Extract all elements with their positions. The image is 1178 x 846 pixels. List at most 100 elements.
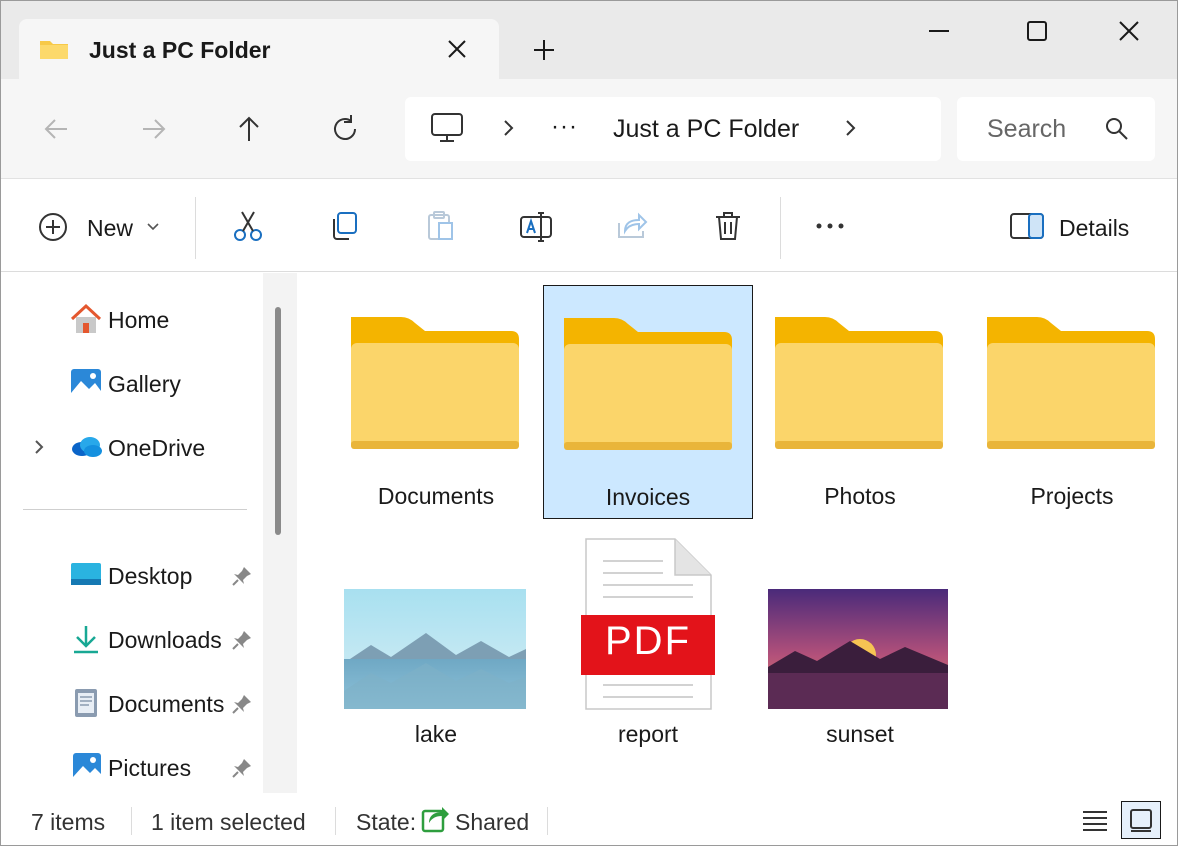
item-count: 7 items — [31, 809, 106, 835]
search-icon[interactable] — [1103, 115, 1131, 143]
command-separator — [780, 197, 781, 259]
folder-item-projects[interactable]: Projects — [967, 285, 1177, 519]
file-item-sunset[interactable]: sunset — [755, 533, 965, 767]
tab-title: Just a PC Folder — [89, 37, 271, 63]
tab-just-a-pc-folder[interactable]: Just a PC Folder — [19, 19, 499, 81]
sidebar-item-label: OneDrive — [108, 435, 206, 461]
sidebar-item-label: Pictures — [108, 755, 192, 781]
maximize-icon[interactable] — [1017, 11, 1057, 51]
state-value: Shared — [455, 809, 530, 835]
close-tab-icon[interactable] — [443, 35, 471, 63]
back-icon[interactable] — [39, 111, 75, 147]
selection-count: 1 item selected — [151, 809, 306, 835]
item-name: report — [617, 721, 679, 747]
sidebar-divider — [23, 509, 247, 510]
sidebar-item-label: Desktop — [108, 563, 193, 589]
status-bar: 7 items 1 item selected State: Shared — [1, 793, 1177, 845]
navigation-bar: ··· Just a PC Folder Search — [1, 79, 1177, 179]
more-options-icon[interactable] — [813, 209, 847, 243]
item-name: lake — [414, 721, 458, 747]
breadcrumb-current-folder[interactable]: Just a PC Folder — [613, 115, 799, 144]
details-button-label: Details — [1059, 215, 1130, 241]
chevron-right-icon[interactable] — [29, 437, 49, 457]
state-label: State: — [356, 809, 417, 835]
sidebar-item-downloads[interactable]: Downloads — [1, 617, 261, 661]
share-icon[interactable] — [615, 209, 649, 243]
sidebar-item-gallery[interactable]: Gallery — [1, 361, 261, 405]
pin-icon[interactable] — [231, 693, 253, 715]
pin-icon[interactable] — [231, 629, 253, 651]
forward-icon[interactable] — [135, 111, 171, 147]
file-list: Documents Invoices Photos Projects lake … — [299, 273, 1177, 793]
sidebar-item-pictures[interactable]: Pictures — [1, 745, 261, 789]
new-tab-icon[interactable] — [529, 35, 559, 65]
status-separator — [131, 807, 132, 835]
address-bar[interactable]: ··· Just a PC Folder — [405, 97, 941, 161]
onedrive-icon — [72, 437, 102, 457]
item-name: Photos — [824, 483, 896, 509]
file-item-lake[interactable]: lake — [331, 533, 541, 767]
sidebar-item-label: Gallery — [108, 371, 181, 397]
sidebar-scrollbar[interactable] — [263, 273, 297, 793]
folder-item-invoices[interactable]: Invoices — [543, 285, 753, 519]
sidebar-item-home[interactable]: Home — [1, 297, 261, 341]
shared-icon — [421, 807, 449, 833]
chevron-right-icon[interactable] — [839, 117, 861, 139]
minimize-icon[interactable] — [919, 11, 959, 51]
item-name: Projects — [1030, 483, 1114, 509]
sidebar-item-onedrive[interactable]: OneDrive — [1, 425, 261, 469]
close-window-icon[interactable] — [1109, 11, 1149, 51]
details-button[interactable]: Details — [1009, 209, 1159, 245]
status-separator — [547, 807, 548, 835]
status-separator — [335, 807, 336, 835]
file-explorer-window: Just a PC Folder ··· Just a PC Folder Se… — [0, 0, 1178, 846]
folder-item-photos[interactable]: Photos — [755, 285, 965, 519]
scrollbar-thumb[interactable] — [275, 307, 281, 535]
breadcrumb-overflow[interactable]: ··· — [551, 113, 578, 141]
file-item-report[interactable]: PDF report — [543, 533, 753, 767]
sidebar-item-label: Documents — [108, 691, 225, 717]
chevron-down-icon — [147, 223, 159, 231]
details-view-icon[interactable] — [1075, 801, 1115, 839]
command-separator — [195, 197, 196, 259]
sidebar-item-label: Home — [108, 307, 170, 333]
rename-icon[interactable] — [519, 209, 553, 243]
new-button-label: New — [87, 215, 134, 241]
cut-icon[interactable] — [231, 209, 265, 243]
up-icon[interactable] — [231, 111, 267, 147]
item-name: Documents — [377, 483, 495, 509]
search-input[interactable]: Search — [987, 115, 1066, 144]
image-thumbnail-icon — [768, 589, 948, 709]
folder-icon — [564, 318, 732, 450]
pin-icon[interactable] — [231, 757, 253, 779]
refresh-icon[interactable] — [327, 111, 363, 147]
this-pc-icon[interactable] — [429, 111, 465, 145]
folder-icon — [351, 317, 519, 449]
plus-circle-icon — [39, 213, 67, 241]
pictures-icon — [73, 753, 101, 781]
sidebar-item-label: Downloads — [108, 627, 222, 653]
search-box[interactable]: Search — [957, 97, 1155, 161]
delete-icon[interactable] — [711, 209, 745, 243]
pin-icon[interactable] — [231, 565, 253, 587]
pdf-badge: PDF — [605, 619, 691, 663]
item-name: Invoices — [605, 484, 691, 510]
image-thumbnail-icon — [344, 589, 526, 709]
documents-icon — [75, 689, 97, 717]
folder-item-documents[interactable]: Documents — [331, 285, 541, 519]
details-pane-icon — [1010, 213, 1044, 239]
navigation-pane: Home Gallery OneDrive Desktop Downloads … — [1, 273, 297, 793]
paste-icon[interactable] — [423, 209, 457, 243]
copy-icon[interactable] — [327, 209, 361, 243]
new-button[interactable]: New — [37, 209, 177, 245]
chevron-right-icon[interactable] — [497, 117, 519, 139]
item-name: sunset — [826, 721, 894, 747]
large-icons-view-button[interactable] — [1121, 801, 1161, 839]
sidebar-item-documents[interactable]: Documents — [1, 681, 261, 725]
sidebar-item-desktop[interactable]: Desktop — [1, 553, 261, 597]
large-icons-view-icon — [1130, 809, 1152, 832]
title-bar: Just a PC Folder — [1, 1, 1177, 81]
command-bar: New Details — [1, 179, 1177, 272]
home-icon — [70, 303, 102, 333]
gallery-icon — [71, 369, 101, 397]
